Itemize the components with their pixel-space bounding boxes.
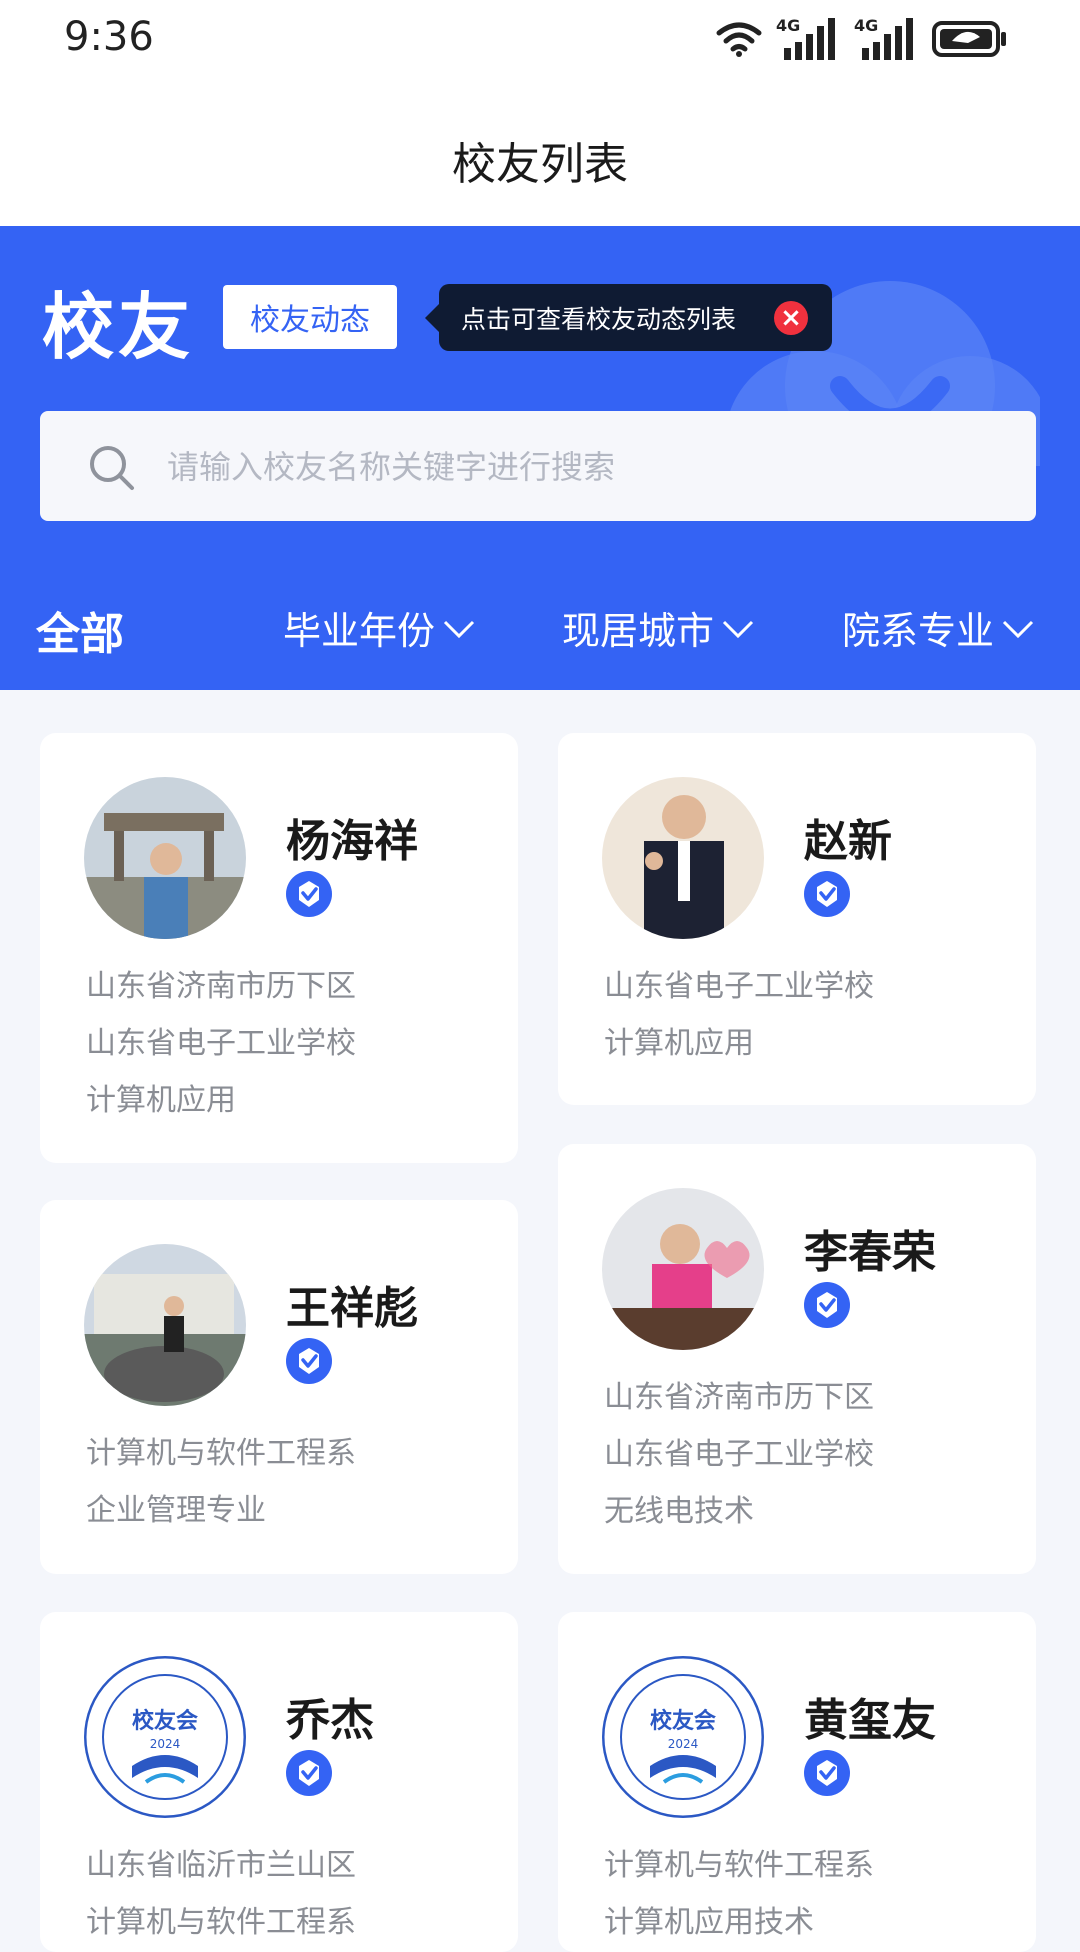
verified-badge-icon xyxy=(804,1282,850,1328)
alumni-info: 山东省电子工业学校 计算机应用 xyxy=(604,958,1004,1072)
info-line: 企业管理专业 xyxy=(86,1493,266,1528)
status-bar: 9:36 4G 4G xyxy=(0,0,1080,80)
filter-major-label: 院系专业 xyxy=(842,609,995,653)
alumni-card[interactable]: 校友会 2024 黄玺友 计算机与软件工程系 计算机应用技术 xyxy=(558,1612,1036,1952)
nav-bar: 校友列表 xyxy=(0,80,1080,226)
info-line: 山东省电子工业学校 xyxy=(604,1437,874,1472)
signal-icon: 4G xyxy=(776,16,840,62)
alumni-info: 计算机与软件工程系 企业管理专业 xyxy=(86,1425,486,1539)
search-bar xyxy=(40,411,1036,523)
avatar xyxy=(602,1188,764,1350)
info-line: 山东省济南市历下区 xyxy=(86,969,356,1004)
page-title: 校友列表 xyxy=(452,139,628,190)
alumni-card[interactable]: 校友会 2024 乔杰 山东省临沂市兰山区 计算机与软件工程系 xyxy=(40,1612,518,1952)
status-time: 9:36 xyxy=(64,14,154,60)
filter-city-label: 现居城市 xyxy=(562,609,715,653)
verified-badge-icon xyxy=(286,871,332,917)
close-icon[interactable]: × xyxy=(774,301,808,335)
filter-major[interactable]: 院系专业 xyxy=(842,600,1036,655)
avatar xyxy=(84,1244,246,1406)
alumni-card[interactable]: 王祥彪 计算机与软件工程系 企业管理专业 xyxy=(40,1200,518,1574)
filter-graduation-year[interactable]: 毕业年份 xyxy=(283,600,477,655)
alumni-name: 李春荣 xyxy=(804,1227,936,1278)
avatar xyxy=(84,777,246,939)
logo-text: 校友会 xyxy=(132,1708,198,1734)
wifi-icon xyxy=(716,22,762,57)
chevron-down-icon xyxy=(443,620,475,638)
info-line: 山东省济南市历下区 xyxy=(604,1380,874,1415)
filter-year-label: 毕业年份 xyxy=(283,609,436,653)
alumni-info: 山东省济南市历下区 山东省电子工业学校 计算机应用 xyxy=(86,958,486,1129)
info-line: 山东省电子工业学校 xyxy=(604,969,874,1004)
alumni-card[interactable]: 赵新 山东省电子工业学校 计算机应用 xyxy=(558,733,1036,1105)
tooltip-text: 点击可查看校友动态列表 xyxy=(461,304,737,334)
alumni-association-logo: 校友会 2024 xyxy=(84,1656,246,1818)
verified-badge-icon xyxy=(286,1750,332,1796)
verified-badge-icon xyxy=(804,871,850,917)
alumni-info: 山东省临沂市兰山区 计算机与软件工程系 xyxy=(86,1837,486,1951)
info-line: 计算机应用 xyxy=(604,1026,754,1061)
alumni-name: 赵新 xyxy=(804,816,892,867)
battery-icon xyxy=(932,21,1006,57)
info-line: 计算机与软件工程系 xyxy=(86,1436,356,1471)
status-icons: 4G 4G xyxy=(716,14,1008,64)
alumni-name: 黄玺友 xyxy=(804,1695,936,1746)
info-line: 无线电技术 xyxy=(604,1494,754,1529)
alumni-card[interactable]: 李春荣 山东省济南市历下区 山东省电子工业学校 无线电技术 xyxy=(558,1144,1036,1574)
info-line: 山东省临沂市兰山区 xyxy=(86,1848,356,1883)
verified-badge-icon xyxy=(804,1750,850,1796)
signal-icon-2: 4G xyxy=(854,16,918,62)
info-line: 计算机应用 xyxy=(86,1083,236,1118)
alumni-name: 乔杰 xyxy=(286,1695,374,1746)
chevron-down-icon xyxy=(1002,620,1034,638)
hero-banner: 校友 校友动态 点击可查看校友动态列表 × 全部 毕业年份 现居城市 院系专业 xyxy=(0,226,1080,690)
info-line: 山东省电子工业学校 xyxy=(86,1026,356,1061)
logo-text: 校友会 xyxy=(650,1708,716,1734)
chevron-down-icon xyxy=(722,620,754,638)
alumni-association-logo: 校友会 2024 xyxy=(602,1656,764,1818)
alumni-info: 山东省济南市历下区 山东省电子工业学校 无线电技术 xyxy=(604,1369,1004,1540)
verified-badge-icon xyxy=(286,1338,332,1384)
search-icon xyxy=(90,446,134,490)
filter-all[interactable]: 全部 xyxy=(36,598,124,662)
alumni-name: 王祥彪 xyxy=(286,1283,418,1334)
info-line: 计算机与软件工程系 xyxy=(604,1848,874,1883)
hero-heading: 校友 xyxy=(42,285,195,369)
info-line: 计算机与软件工程系 xyxy=(86,1905,356,1940)
alumni-name: 杨海祥 xyxy=(286,816,418,867)
alumni-news-button[interactable]: 校友动态 xyxy=(223,285,397,349)
search-input[interactable] xyxy=(165,411,1009,523)
avatar xyxy=(602,777,764,939)
alumni-info: 计算机与软件工程系 计算机应用技术 xyxy=(604,1837,1004,1951)
tooltip: 点击可查看校友动态列表 × xyxy=(425,284,832,351)
filter-city[interactable]: 现居城市 xyxy=(562,600,756,655)
info-line: 计算机应用技术 xyxy=(604,1905,814,1940)
logo-year: 2024 xyxy=(668,1737,699,1751)
filter-bar: 全部 毕业年份 现居城市 院系专业 xyxy=(0,588,1080,668)
logo-year: 2024 xyxy=(150,1737,181,1751)
alumni-card[interactable]: 杨海祥 山东省济南市历下区 山东省电子工业学校 计算机应用 xyxy=(40,733,518,1163)
